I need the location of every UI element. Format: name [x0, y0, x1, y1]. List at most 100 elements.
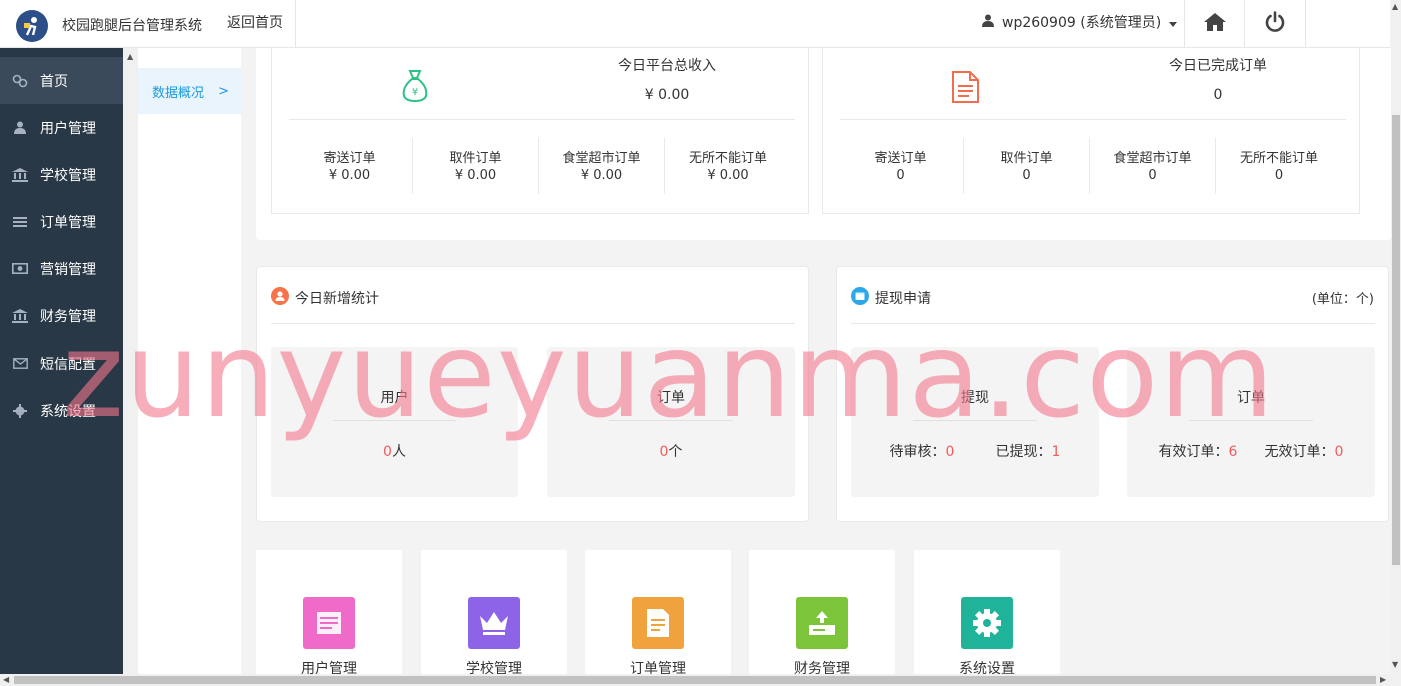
sidebar-item-label: 学校管理	[40, 167, 96, 184]
stat-label: 待审核：	[889, 444, 946, 460]
money-bag-icon: ¥	[400, 69, 430, 107]
pending-stat: 待审核：0	[890, 441, 955, 461]
withdraw-card: 提现申请 (单位：个) 提现 待审核：0 已提现：1 订单 有效订单：6 无效订…	[836, 266, 1389, 522]
user-badge-icon	[271, 287, 289, 309]
sidebar-item-users[interactable]: 用户管理	[0, 104, 123, 151]
sidebar-item-marketing[interactable]: 营销管理	[0, 245, 123, 292]
invalid-stat: 无效订单：0	[1265, 441, 1344, 461]
top-header: 校园跑腿后台管理系统 返回首页 wp260909 (系统管理员)	[0, 0, 1390, 48]
box-label: 订单	[657, 390, 685, 406]
gear-icon	[961, 597, 1013, 649]
money-icon	[12, 263, 28, 274]
vertical-scrollbar[interactable]: ▲ ▼	[1391, 0, 1401, 674]
card-header: 提现申请	[851, 287, 931, 309]
box-values: 待审核：0 已提现：1	[851, 441, 1099, 461]
completed-col-anything: 无所不能订单 0	[1216, 138, 1342, 194]
dashboard-icon	[12, 74, 28, 88]
col-label: 取件订单	[449, 151, 502, 166]
divider	[271, 323, 795, 324]
scroll-up-arrow-icon[interactable]: ▲	[1392, 2, 1398, 11]
box-value: 0人	[271, 441, 518, 461]
calendar-badge-icon	[851, 287, 869, 309]
unit: 人	[391, 444, 406, 460]
finance-icon	[796, 597, 848, 649]
document-icon	[632, 597, 684, 649]
divider	[851, 323, 1375, 324]
quick-link-label: 财务管理	[794, 661, 850, 674]
sidebar-item-orders[interactable]: 订单管理	[0, 198, 123, 245]
quick-link-users[interactable]: 用户管理	[256, 550, 402, 674]
gear-icon	[12, 403, 28, 418]
quick-link-schools[interactable]: 学校管理	[421, 550, 567, 674]
home-button[interactable]	[1184, 0, 1245, 47]
income-card: ¥ 今日平台总收入 ¥ 0.00 寄送订单 ¥ 0.00 取件订单 ¥ 0.00 食…	[271, 48, 809, 214]
box-value: 0个	[547, 441, 795, 461]
col-label: 寄送订单	[874, 151, 927, 166]
scroll-up-arrow-icon[interactable]: ▲	[127, 52, 133, 61]
income-col-pickup: 取件订单 ¥ 0.00	[413, 138, 539, 194]
sidebar-item-settings[interactable]: 系统设置	[0, 387, 123, 434]
completed-title: 今日已完成订单	[1169, 58, 1267, 74]
new-users-count: 0	[383, 444, 392, 460]
envelope-icon	[12, 358, 28, 369]
scroll-right-arrow-icon[interactable]: ▶	[1380, 675, 1386, 684]
scroll-left-arrow-icon[interactable]: ◀	[3, 675, 9, 684]
user-icon	[982, 0, 994, 47]
col-value: ¥ 0.00	[580, 168, 623, 183]
caret-down-icon	[1169, 0, 1178, 47]
withdraw-box: 提现 待审核：0 已提现：1	[851, 347, 1099, 497]
scrollbar-thumb[interactable]	[14, 676, 1376, 684]
back-home-link[interactable]: 返回首页	[215, 0, 296, 47]
box-values: 有效订单：6 无效订单：0	[1127, 441, 1375, 461]
home-icon	[1203, 12, 1227, 36]
col-value: ¥ 0.00	[707, 168, 749, 183]
col-label: 食堂超市订单	[1113, 151, 1192, 166]
svg-text:¥: ¥	[412, 87, 418, 98]
main-content: ¥ 今日平台总收入 ¥ 0.00 寄送订单 ¥ 0.00 取件订单 ¥ 0.00 食…	[241, 48, 1391, 674]
stat-label: 有效订单：	[1158, 444, 1229, 460]
bank-icon	[12, 308, 28, 323]
user-menu[interactable]: wp260909 (系统管理员)	[972, 0, 1187, 47]
stat-value: 0	[1334, 444, 1344, 460]
box-label: 提现	[961, 390, 989, 406]
quick-link-finance[interactable]: 财务管理	[749, 550, 895, 674]
user-manage-icon	[303, 597, 355, 649]
sidebar-item-label: 订单管理	[40, 214, 96, 231]
sidebar-item-label: 短信配置	[40, 356, 96, 373]
subnav-item-overview[interactable]: 数据概况 >	[138, 68, 241, 114]
unit-note: (单位：个)	[1311, 292, 1374, 307]
list-icon	[12, 216, 28, 228]
sidebar-item-home[interactable]: 首页	[0, 57, 123, 104]
sidebar-scrollbar[interactable]: ▲	[123, 48, 138, 674]
divider	[609, 420, 733, 421]
income-col-anything: 无所不能订单 ¥ 0.00	[665, 138, 791, 194]
box-label: 用户	[380, 390, 409, 406]
sidebar-item-label: 首页	[40, 73, 68, 90]
col-label: 寄送订单	[323, 151, 376, 166]
completed-orders-card: 今日已完成订单 0 寄送订单 0 取件订单 0 食堂超市订单 0 无所不能订单 0	[822, 48, 1360, 214]
sidebar-item-sms[interactable]: 短信配置	[0, 340, 123, 387]
chevron-right-icon: >	[218, 83, 229, 99]
col-value: 0	[896, 168, 905, 183]
income-title: 今日平台总收入	[618, 58, 716, 74]
divider	[913, 420, 1037, 421]
scrollbar-thumb[interactable]	[1392, 115, 1400, 565]
col-label: 取件订单	[1000, 151, 1053, 166]
divider	[333, 420, 456, 421]
horizontal-scrollbar[interactable]: ◀ ▶	[0, 674, 1401, 686]
quick-link-settings[interactable]: 系统设置	[914, 550, 1060, 674]
divider	[1189, 420, 1313, 421]
logout-button[interactable]	[1244, 0, 1306, 47]
new-orders-box: 订单 0个	[547, 347, 795, 497]
sidebar: 首页 用户管理 学校管理 订单管理 营销管理 财务管理 短信配置 系统设置	[0, 48, 123, 686]
sidebar-item-finance[interactable]: 财务管理	[0, 292, 123, 339]
scroll-down-arrow-icon[interactable]: ▼	[1392, 660, 1398, 669]
user-icon	[12, 121, 28, 134]
stat-value: 6	[1228, 444, 1238, 460]
quick-link-orders[interactable]: 订单管理	[585, 550, 731, 674]
sidebar-item-label: 用户管理	[40, 120, 96, 137]
sub-navigation: 数据概况 >	[138, 48, 241, 686]
income-breakdown: 寄送订单 ¥ 0.00 取件订单 ¥ 0.00 食堂超市订单 ¥ 0.00 无所不能订…	[287, 138, 791, 194]
sidebar-item-schools[interactable]: 学校管理	[0, 151, 123, 198]
box-label: 订单	[1237, 390, 1265, 406]
